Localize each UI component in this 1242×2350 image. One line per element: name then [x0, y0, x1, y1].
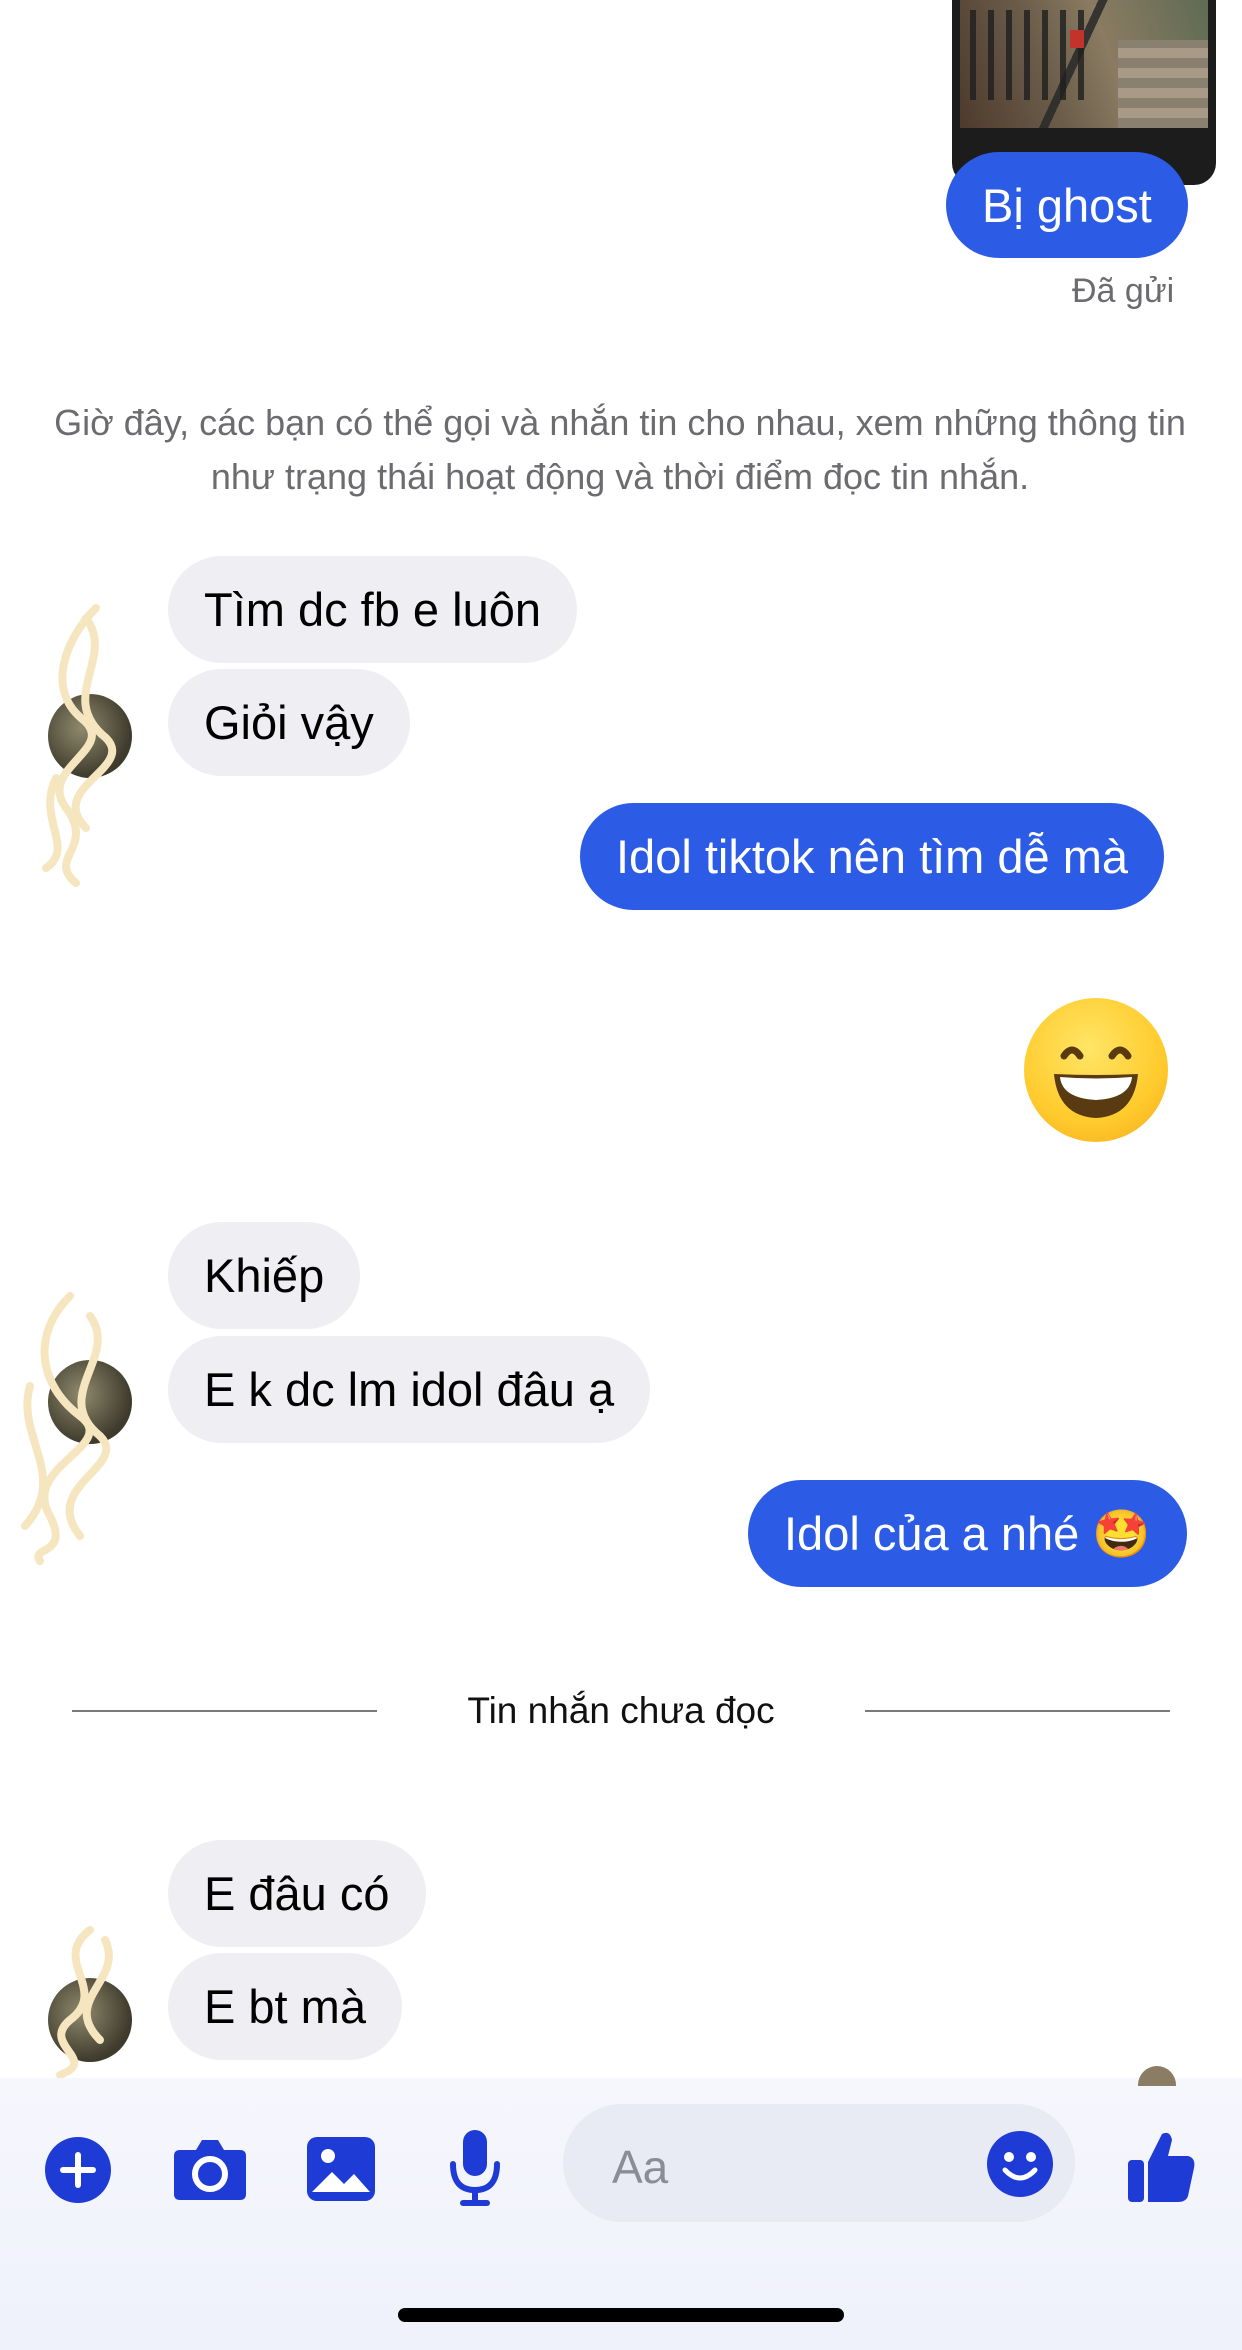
redaction-scribble [21, 1292, 111, 1565]
photo-thumbnail [960, 0, 1208, 128]
message-bubble-outgoing[interactable]: Bị ghost [946, 152, 1188, 258]
message-bubble-incoming[interactable]: Khiếp [168, 1222, 361, 1329]
message-text: E đâu có [204, 1867, 390, 1920]
add-icon[interactable] [44, 2136, 112, 2209]
message-bubble-incoming[interactable]: E đâu có [168, 1840, 426, 1947]
message-bubble-incoming[interactable]: E bt mà [168, 1953, 402, 2060]
message-text: Idol tiktok nên tìm dễ mà [616, 830, 1129, 883]
message-bubble-incoming[interactable]: Tìm dc fb e luôn [168, 556, 577, 663]
message-bubble-incoming[interactable]: E k dc lm idol đâu ạ [168, 1336, 651, 1443]
message-text: Khiếp [204, 1249, 325, 1302]
message-bubble-outgoing[interactable]: Idol tiktok nên tìm dễ mà [580, 803, 1165, 910]
message-text: Giỏi vậy [204, 696, 374, 749]
camera-icon[interactable] [172, 2136, 248, 2207]
message-text: Tìm dc fb e luôn [204, 583, 541, 636]
home-indicator[interactable] [398, 2308, 844, 2322]
redaction-scribble [56, 1926, 113, 2079]
microphone-icon[interactable] [448, 2128, 502, 2213]
emoji-grin-large[interactable] [1024, 998, 1168, 1142]
divider-line-right [865, 1710, 1170, 1712]
message-text: E bt mà [204, 1980, 366, 2033]
system-notice: Giờ đây, các bạn có thể gọi và nhắn tin … [54, 402, 1186, 497]
message-input-placeholder: Aa [612, 2141, 669, 2193]
image-icon[interactable] [306, 2136, 376, 2207]
thumbs-up-icon[interactable] [1126, 2128, 1198, 2209]
sent-status: Đã gửi [1072, 272, 1175, 310]
redaction-scribble [42, 604, 117, 887]
message-text: Idol của a nhé 🤩 [784, 1507, 1151, 1560]
message-text: Bị ghost [982, 178, 1152, 232]
message-bubble-incoming[interactable]: Giỏi vậy [168, 669, 410, 776]
read-receipt-avatar [1138, 2066, 1176, 2086]
smiley-icon[interactable] [986, 2130, 1054, 2203]
grin-emoji-icon [1054, 1046, 1138, 1118]
message-bubble-outgoing[interactable]: Idol của a nhé 🤩 [748, 1480, 1187, 1587]
message-text: E k dc lm idol đâu ạ [204, 1363, 615, 1416]
